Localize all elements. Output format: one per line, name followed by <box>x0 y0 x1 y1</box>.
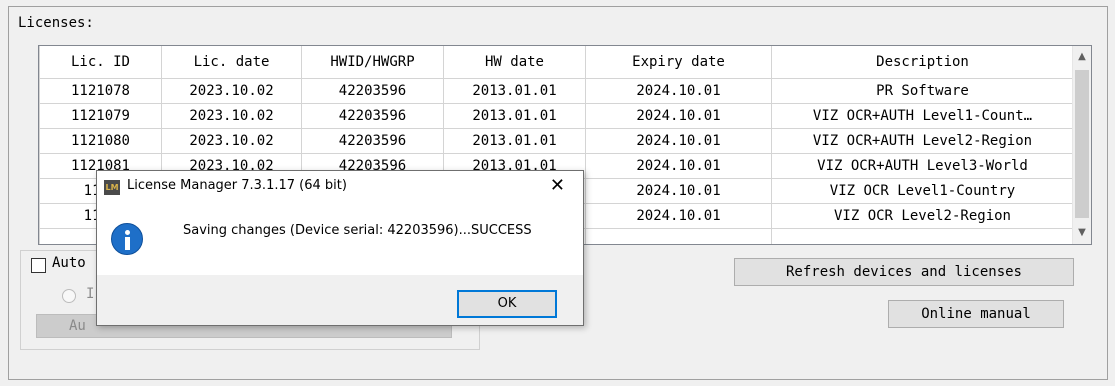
cell-hw-date: 2013.01.01 <box>443 128 586 154</box>
cell-expiry-date: 2024.10.01 <box>585 103 772 129</box>
info-icon <box>111 223 143 255</box>
dialog-message: Saving changes (Device serial: 42203596)… <box>183 223 532 238</box>
cell-description: VIZ OCR Level1-Country <box>771 178 1074 204</box>
cell-description <box>771 228 1074 244</box>
auto-checkbox-label[interactable]: Auto <box>52 255 86 271</box>
table-row[interactable]: 1121078 2023.10.02 42203596 2013.01.01 2… <box>39 78 1074 104</box>
app-logo-icon: LM <box>104 180 120 195</box>
option-radio[interactable] <box>62 289 76 303</box>
column-header-lic-id[interactable]: Lic. ID <box>39 46 162 79</box>
ok-button[interactable]: OK <box>457 290 557 318</box>
cell-expiry-date: 2024.10.01 <box>585 78 772 104</box>
column-header-hwid[interactable]: HWID/HWGRP <box>301 46 444 79</box>
scrollbar-thumb[interactable] <box>1075 70 1089 218</box>
cell-lic-date: 2023.10.02 <box>161 128 302 154</box>
refresh-devices-button[interactable]: Refresh devices and licenses <box>734 258 1074 286</box>
column-header-lic-date[interactable]: Lic. date <box>161 46 302 79</box>
license-manager-dialog[interactable]: LM License Manager 7.3.1.17 (64 bit) ✕ S… <box>96 170 584 326</box>
cell-lic-date: 2023.10.02 <box>161 78 302 104</box>
cell-lic-id: 1121080 <box>39 128 162 154</box>
column-header-hw-date[interactable]: HW date <box>443 46 586 79</box>
option-radio-label: I <box>86 286 95 302</box>
cell-lic-id: 1121078 <box>39 78 162 104</box>
cell-description: VIZ OCR Level2-Region <box>771 203 1074 229</box>
cell-description: VIZ OCR+AUTH Level2-Region <box>771 128 1074 154</box>
table-row[interactable]: 1121080 2023.10.02 42203596 2013.01.01 2… <box>39 128 1074 154</box>
table-header-row: Lic. ID Lic. date HWID/HWGRP HW date Exp… <box>39 46 1074 79</box>
cell-expiry-date <box>585 228 772 244</box>
dialog-title: License Manager 7.3.1.17 (64 bit) <box>127 178 347 193</box>
column-header-description[interactable]: Description <box>771 46 1074 79</box>
dialog-body: Saving changes (Device serial: 42203596)… <box>97 205 583 275</box>
table-row[interactable]: 1121079 2023.10.02 42203596 2013.01.01 2… <box>39 103 1074 129</box>
cell-lic-date: 2023.10.02 <box>161 103 302 129</box>
cell-expiry-date: 2024.10.01 <box>585 178 772 204</box>
table-vertical-scrollbar[interactable]: ▲ ▼ <box>1072 46 1091 244</box>
chevron-down-icon[interactable]: ▼ <box>1073 224 1091 242</box>
online-manual-button[interactable]: Online manual <box>888 300 1064 328</box>
column-header-expiry-date[interactable]: Expiry date <box>585 46 772 79</box>
close-icon[interactable]: ✕ <box>550 175 565 196</box>
chevron-up-icon[interactable]: ▲ <box>1073 48 1091 66</box>
cell-description: VIZ OCR+AUTH Level1-Count… <box>771 103 1074 129</box>
cell-hwid: 42203596 <box>301 103 444 129</box>
dialog-titlebar[interactable]: LM License Manager 7.3.1.17 (64 bit) ✕ <box>97 171 583 205</box>
cell-hwid: 42203596 <box>301 128 444 154</box>
auto-checkbox[interactable] <box>31 258 46 273</box>
cell-description: VIZ OCR+AUTH Level3-World <box>771 153 1074 179</box>
cell-expiry-date: 2024.10.01 <box>585 128 772 154</box>
cell-hw-date: 2013.01.01 <box>443 103 586 129</box>
cell-expiry-date: 2024.10.01 <box>585 203 772 229</box>
dialog-footer: OK <box>97 275 583 325</box>
cell-expiry-date: 2024.10.01 <box>585 153 772 179</box>
cell-description: PR Software <box>771 78 1074 104</box>
cell-lic-id: 1121079 <box>39 103 162 129</box>
licenses-group-label: Licenses: <box>18 15 94 31</box>
cell-hw-date: 2013.01.01 <box>443 78 586 104</box>
cell-hwid: 42203596 <box>301 78 444 104</box>
